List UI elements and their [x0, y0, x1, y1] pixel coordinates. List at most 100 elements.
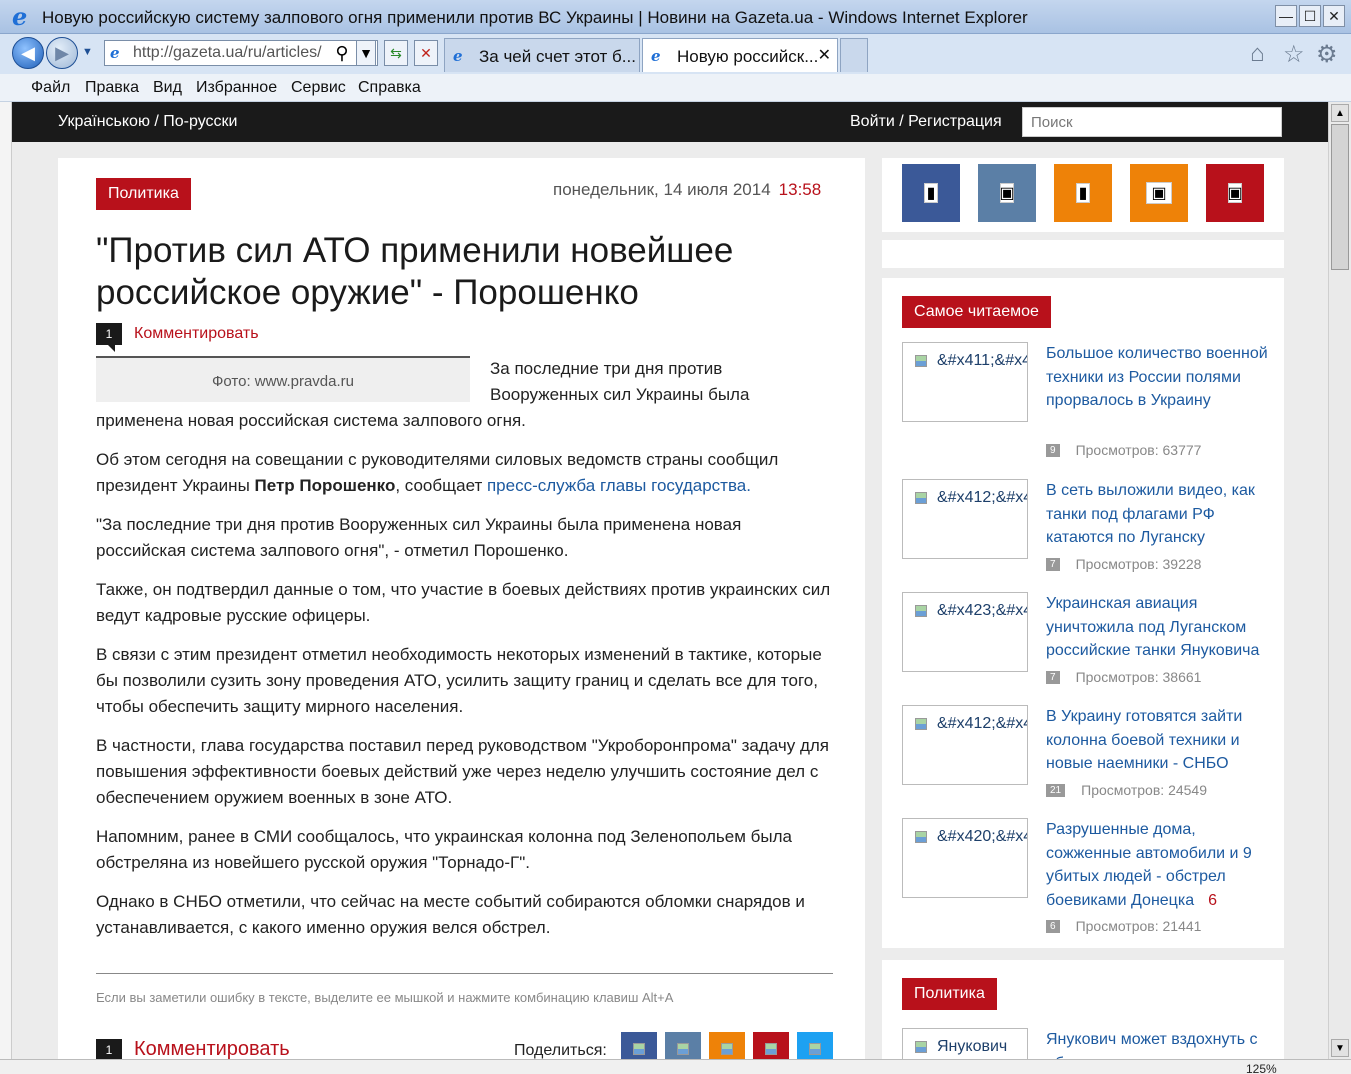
scroll-thumb[interactable] [1331, 124, 1349, 270]
thumbnail-alt-text: &#x412;&#x423;&#x43a;&# [937, 715, 1028, 732]
social-google-button[interactable]: ▣ [1206, 164, 1264, 222]
most-read-item-title[interactable]: В Украину готовятся зайти колонна боевой… [1046, 705, 1268, 776]
tab-label: За чей счет этот б... [479, 47, 636, 66]
login-link[interactable]: Войти / Регистрация [850, 113, 1002, 131]
tab-close-icon[interactable]: ✕ [818, 45, 831, 65]
rubric-badge[interactable]: Политика [96, 178, 191, 210]
search-icon[interactable]: ⚲ [330, 40, 354, 66]
status-bar: 125% [0, 1059, 1351, 1074]
tab-favicon-icon: e [453, 47, 463, 65]
most-read-item-title[interactable]: Разрушенные дома, сожженные автомобили и… [1046, 818, 1268, 912]
menu-bar: Файл Правка Вид Избранное Сервис Справка [0, 74, 1351, 102]
article-card: Политика понедельник, 14 июля 2014 13:58 … [58, 158, 865, 1059]
views-row: 6 Просмотров: 21441 [1046, 918, 1201, 934]
social-vk-button[interactable]: ▣ [978, 164, 1036, 222]
menu-file[interactable]: Файл [31, 79, 70, 97]
menu-help[interactable]: Справка [358, 79, 421, 97]
site-search-input[interactable]: Поиск [1022, 107, 1282, 137]
most-read-item-title[interactable]: В сеть выложили видео, как танки под фла… [1046, 479, 1268, 550]
news-thumbnail[interactable]: &#x420;&#x430;&#x437;&#x [902, 818, 1028, 898]
share-facebook-button[interactable] [621, 1032, 657, 1059]
tab-favicon-icon: e [651, 47, 661, 65]
image-placeholder-icon [915, 718, 927, 730]
item-title-text: Разрушенные дома, сожженные автомобили и… [1046, 821, 1252, 909]
views-row: 7 Просмотров: 39228 [1046, 556, 1201, 572]
language-switch[interactable]: Українською / По-русски [58, 113, 237, 131]
refresh-button[interactable]: ⇆ [384, 40, 408, 66]
back-button[interactable]: ◀ [12, 37, 44, 69]
paragraph-1-line-1: За последние три дня против [490, 359, 723, 378]
comment-link[interactable]: Комментировать [134, 1038, 290, 1059]
forward-button[interactable]: ▶ [46, 37, 78, 69]
home-icon[interactable]: ⌂ [1250, 40, 1265, 68]
politics-item-title[interactable]: Янукович может вздохнуть с облегчением: … [1046, 1028, 1268, 1059]
article-title: "Против сил АТО применили новейшее росси… [96, 231, 734, 312]
new-tab-button[interactable] [840, 38, 868, 72]
paragraph-8: Однако в СНБО отметили, что сейчас на ме… [96, 892, 805, 937]
tab-2-active[interactable]: e Новую российск... ✕ [642, 38, 838, 72]
google-plus-icon [765, 1043, 777, 1055]
news-thumbnail[interactable]: Янукович [902, 1028, 1028, 1059]
image-placeholder-icon [915, 1041, 927, 1053]
address-dropdown-button[interactable]: ▼ [356, 40, 376, 66]
comment-count-badge: 6 [1046, 919, 1060, 933]
comment-count-badge: 1 [96, 323, 122, 352]
thumbnail-alt-text: &#x412;&#x441;&#x435;&# [937, 489, 1028, 506]
news-thumbnail[interactable]: &#x412;&#x423;&#x43a;&# [902, 705, 1028, 785]
article-divider [96, 973, 833, 974]
news-thumbnail[interactable]: &#x412;&#x441;&#x435;&# [902, 479, 1028, 559]
menu-favorites[interactable]: Избранное [196, 79, 277, 97]
comment-count-badge: 9 [1046, 443, 1060, 457]
news-thumbnail[interactable]: &#x411;&#x43e;&#x43b;&#x [902, 342, 1028, 422]
gear-icon[interactable]: ⚙ [1316, 40, 1338, 69]
share-odnoklassniki-button[interactable] [709, 1032, 745, 1059]
most-read-box: Самое читаемое &#x411;&#x43e;&#x43b;&#x … [882, 278, 1284, 948]
paragraph-6: В частности, глава государства поставил … [96, 736, 829, 807]
comment-count-badge: 1 [96, 1038, 122, 1059]
scroll-down-arrow-icon[interactable]: ▼ [1331, 1039, 1349, 1057]
share-google-button[interactable] [753, 1032, 789, 1059]
paragraph-3: "За последние три дня против Вооруженных… [96, 515, 742, 560]
menu-edit[interactable]: Правка [85, 79, 139, 97]
tab-1[interactable]: e За чей счет этот б... [444, 38, 640, 72]
most-read-item-title[interactable]: Украинская авиация уничтожила под Луганс… [1046, 592, 1268, 663]
vertical-scrollbar[interactable]: ▲ ▼ [1328, 102, 1351, 1059]
maximize-button[interactable]: ☐ [1299, 5, 1321, 27]
p2-bold-name: Петр Порошенко [254, 476, 396, 495]
thumbnail-alt-text: &#x411;&#x43e;&#x43b;&#x [937, 352, 1027, 369]
scroll-up-arrow-icon[interactable]: ▲ [1331, 104, 1349, 122]
most-read-item-title[interactable]: Большое количество военной техники из Ро… [1046, 342, 1268, 413]
window-title: Новую российскую систему залпового огня … [42, 8, 1028, 27]
photo-caption: Фото: www.pravda.ru [96, 356, 470, 402]
thumbnail-alt-text: Янукович [937, 1038, 1008, 1055]
close-window-button[interactable]: ✕ [1323, 5, 1345, 27]
site-topbar: Українською / По-русски Войти / Регистра… [12, 102, 1328, 142]
paragraph-1-line-3: применена новая российская система залпо… [96, 411, 526, 430]
comment-link[interactable]: Комментировать [134, 325, 259, 343]
share-label: Поделиться: [514, 1042, 607, 1059]
news-thumbnail[interactable]: &#x423;&#x43a;&#x440;&#x [902, 592, 1028, 672]
views-count: Просмотров: 63777 [1075, 442, 1202, 458]
history-dropdown-icon[interactable]: ▼ [82, 46, 93, 58]
social-facebook-button[interactable]: ▮ [902, 164, 960, 222]
time-text: 13:58 [778, 180, 822, 199]
zoom-level[interactable]: 125% [1246, 1062, 1277, 1074]
ie-logo-icon: e [12, 2, 28, 31]
minimize-button[interactable]: — [1275, 5, 1297, 27]
vk-icon [677, 1043, 689, 1055]
menu-view[interactable]: Вид [153, 79, 182, 97]
views-count: Просмотров: 39228 [1075, 556, 1202, 572]
image-placeholder-icon [915, 831, 927, 843]
social-odnoklassniki-button[interactable]: ▮ [1054, 164, 1112, 222]
stop-button[interactable]: ✕ [414, 40, 438, 66]
rss-icon: ▣ [1146, 182, 1172, 204]
tab-label: Новую российск... [677, 47, 819, 66]
share-vk-button[interactable] [665, 1032, 701, 1059]
browser-navbar: ◀ ▶ ▼ e http://gazeta.ua/ru/articles/ ⚲ … [0, 34, 1351, 74]
favorites-star-icon[interactable]: ☆ [1283, 40, 1305, 69]
social-rss-button[interactable]: ▣ [1130, 164, 1188, 222]
share-twitter-button[interactable] [797, 1032, 833, 1059]
menu-tools[interactable]: Сервис [291, 79, 346, 97]
vk-icon: ▣ [999, 183, 1015, 203]
press-service-link[interactable]: пресс-служба главы государства. [487, 476, 751, 495]
